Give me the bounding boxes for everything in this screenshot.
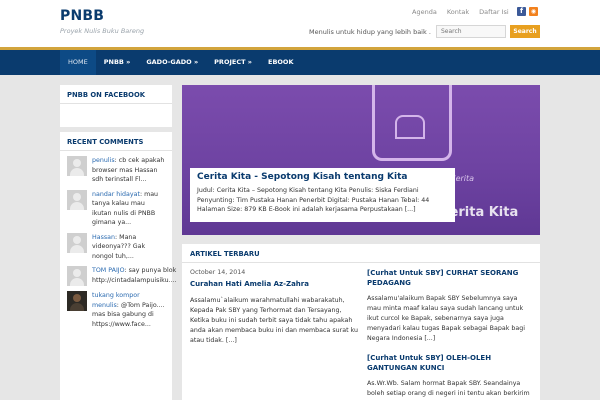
post-title[interactable]: [Curhat Untuk SBY] OLEH-OLEH GANTUNGAN K… bbox=[367, 354, 533, 373]
top-link-kontak[interactable]: Kontak bbox=[447, 8, 469, 16]
facebook-widget-title: PNBB ON FACEBOOK bbox=[60, 85, 172, 104]
recent-comments-title: RECENT COMMENTS bbox=[60, 132, 172, 151]
site-description: Proyek Nulis Buku Bareng bbox=[60, 27, 145, 35]
social-icons: f ◉ bbox=[517, 7, 538, 16]
nav-item-gado-gado[interactable]: GADO-GADO » bbox=[138, 50, 206, 75]
top-links: Agenda Kontak Daftar Isi bbox=[412, 8, 509, 16]
comment-author[interactable]: TOM PAIJO bbox=[92, 267, 125, 274]
facebook-icon[interactable]: f bbox=[517, 7, 526, 16]
avatar bbox=[67, 189, 87, 210]
post-excerpt: Assalamu`alaikum warahmatullahi wabaraka… bbox=[190, 296, 358, 344]
article-main: October 14, 2014 Curahan Hati Amelia Az-… bbox=[190, 269, 358, 346]
recent-comments-widget: RECENT COMMENTS penulis: cb cek apakah b… bbox=[60, 132, 177, 400]
search-button[interactable]: Search bbox=[510, 25, 540, 38]
featured-slider[interactable]: Cerita Cerita Kita Cerita Kita - Sepoton… bbox=[182, 85, 540, 235]
list-item: [Curhat Untuk SBY] CURHAT SEORANG PEDAGA… bbox=[367, 269, 533, 344]
post-title[interactable]: [Curhat Untuk SBY] CURHAT SEORANG PEDAGA… bbox=[367, 269, 533, 288]
avatar bbox=[67, 156, 87, 176]
latest-articles: ARTIKEL TERBARU October 14, 2014 Curahan… bbox=[182, 244, 540, 400]
tagline: Menulis untuk hidup yang lebih baik . bbox=[309, 28, 431, 36]
comment-item: tukang kompor menulis: @Tom Paijo.... ma… bbox=[60, 286, 172, 329]
nav-item-project[interactable]: PROJECT » bbox=[206, 50, 260, 75]
nav-item-pnbb[interactable]: PNBB » bbox=[96, 50, 139, 75]
post-date: October 14, 2014 bbox=[190, 269, 246, 276]
comment-author[interactable]: penulis bbox=[92, 157, 115, 164]
sidebar: PNBB ON FACEBOOK RECENT COMMENTS penulis… bbox=[60, 85, 177, 400]
nav-item-ebook[interactable]: EBOOK bbox=[260, 50, 301, 75]
site-title[interactable]: PNBB bbox=[60, 8, 104, 24]
avatar bbox=[67, 266, 87, 286]
main-nav: HOME PNBB » GADO-GADO » PROJECT » EBOOK bbox=[0, 50, 600, 75]
rss-icon[interactable]: ◉ bbox=[529, 7, 538, 16]
comment-author[interactable]: nandar hidayat bbox=[92, 191, 140, 198]
comment-item: Hassan: Mana videonya??? Gak nongol tuh,… bbox=[60, 228, 172, 262]
featured-image-decoration bbox=[395, 115, 425, 139]
list-item: [Curhat Untuk SBY] OLEH-OLEH GANTUNGAN K… bbox=[367, 354, 533, 400]
post-title[interactable]: Curahan Hati Amelia Az-Zahra bbox=[190, 280, 358, 290]
post-excerpt: As.Wr.Wb. Salam hormat Bapak SBY. Seanda… bbox=[367, 380, 530, 397]
top-link-daftar-isi[interactable]: Daftar Isi bbox=[479, 8, 509, 16]
comment-author[interactable]: Hassan bbox=[92, 234, 115, 241]
site-header: PNBB Proyek Nulis Buku Bareng Agenda Kon… bbox=[0, 0, 600, 47]
comment-item: nandar hidayat: mau tanya kalau mau ikut… bbox=[60, 185, 172, 228]
search-input[interactable] bbox=[436, 25, 506, 38]
featured-excerpt: Judul: Cerita Kita – Sepotong Kisah tent… bbox=[197, 187, 430, 213]
comment-item: TOM PAIJO: say punya blok http://cintada… bbox=[60, 261, 177, 286]
comment-item: penulis: cb cek apakah browser mas Hassa… bbox=[60, 151, 172, 185]
nav-item-home[interactable]: HOME bbox=[60, 50, 96, 75]
avatar bbox=[67, 291, 87, 311]
post-excerpt: Assalamu'alaikum Bapak SBY Sebelumnya sa… bbox=[367, 295, 525, 342]
article-list: [Curhat Untuk SBY] CURHAT SEORANG PEDAGA… bbox=[367, 269, 533, 400]
top-link-agenda[interactable]: Agenda bbox=[412, 8, 437, 16]
featured-caption: Cerita Kita - Sepotong Kisah tentang Kit… bbox=[190, 168, 455, 222]
avatar bbox=[67, 232, 87, 253]
facebook-widget: PNBB ON FACEBOOK bbox=[60, 85, 172, 127]
featured-title[interactable]: Cerita Kita - Sepotong Kisah tentang Kit… bbox=[197, 172, 448, 182]
latest-articles-heading: ARTIKEL TERBARU bbox=[182, 244, 540, 263]
